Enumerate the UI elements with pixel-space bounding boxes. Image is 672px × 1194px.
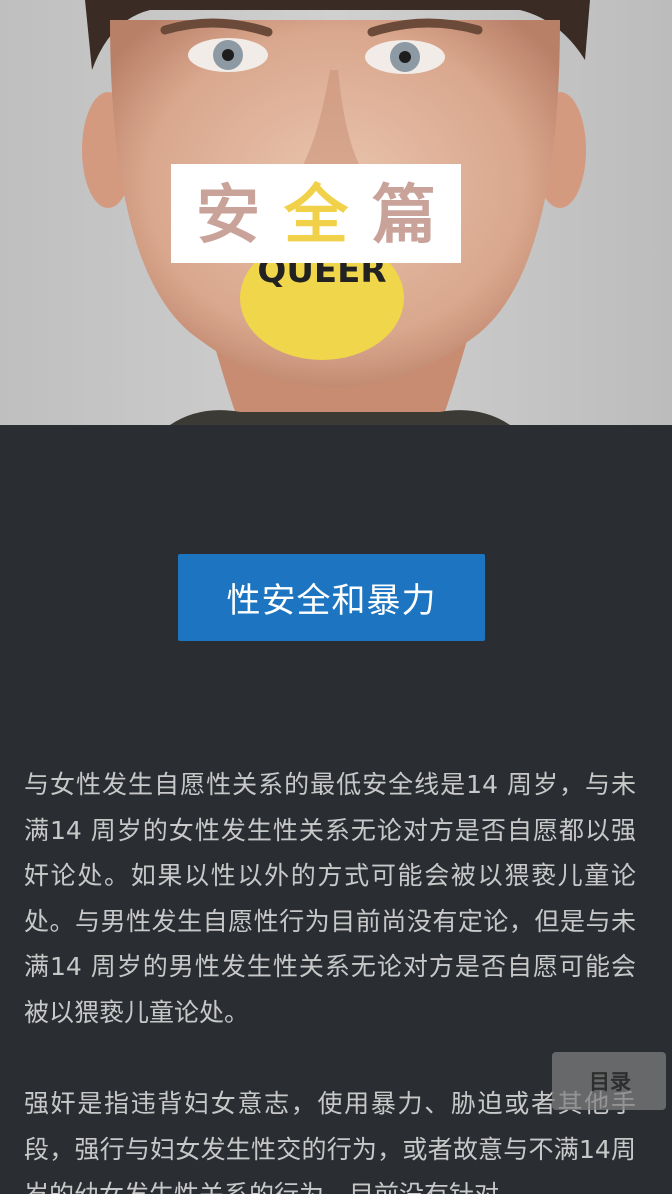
title-card: 安 全 篇 bbox=[171, 164, 461, 263]
article-paragraph: 与女性发生自愿性关系的最低安全线是14 周岁，与未满14 周岁的女性发生性关系无… bbox=[24, 770, 636, 1027]
section-heading-button[interactable]: 性安全和暴力 bbox=[178, 554, 485, 641]
title-char: 全 bbox=[284, 178, 348, 253]
toc-button[interactable]: 目录 bbox=[552, 1052, 666, 1110]
title-char: 安 bbox=[196, 178, 260, 253]
hero-image: QUEER 安 全 篇 bbox=[0, 0, 672, 425]
article-body: 与女性发生自愿性关系的最低安全线是14 周岁，与未满14 周岁的女性发生性关系无… bbox=[24, 762, 636, 1194]
page: QUEER 安 全 篇 性安全和暴力 与女性发生自愿性关系的最低安全线是14 周… bbox=[0, 0, 672, 1194]
title-char: 篇 bbox=[372, 178, 436, 253]
article-paragraph: 强奸是指违背妇女意志，使用暴力、胁迫或者其他手段，强行与妇女发生性交的行为，或者… bbox=[24, 1089, 636, 1194]
